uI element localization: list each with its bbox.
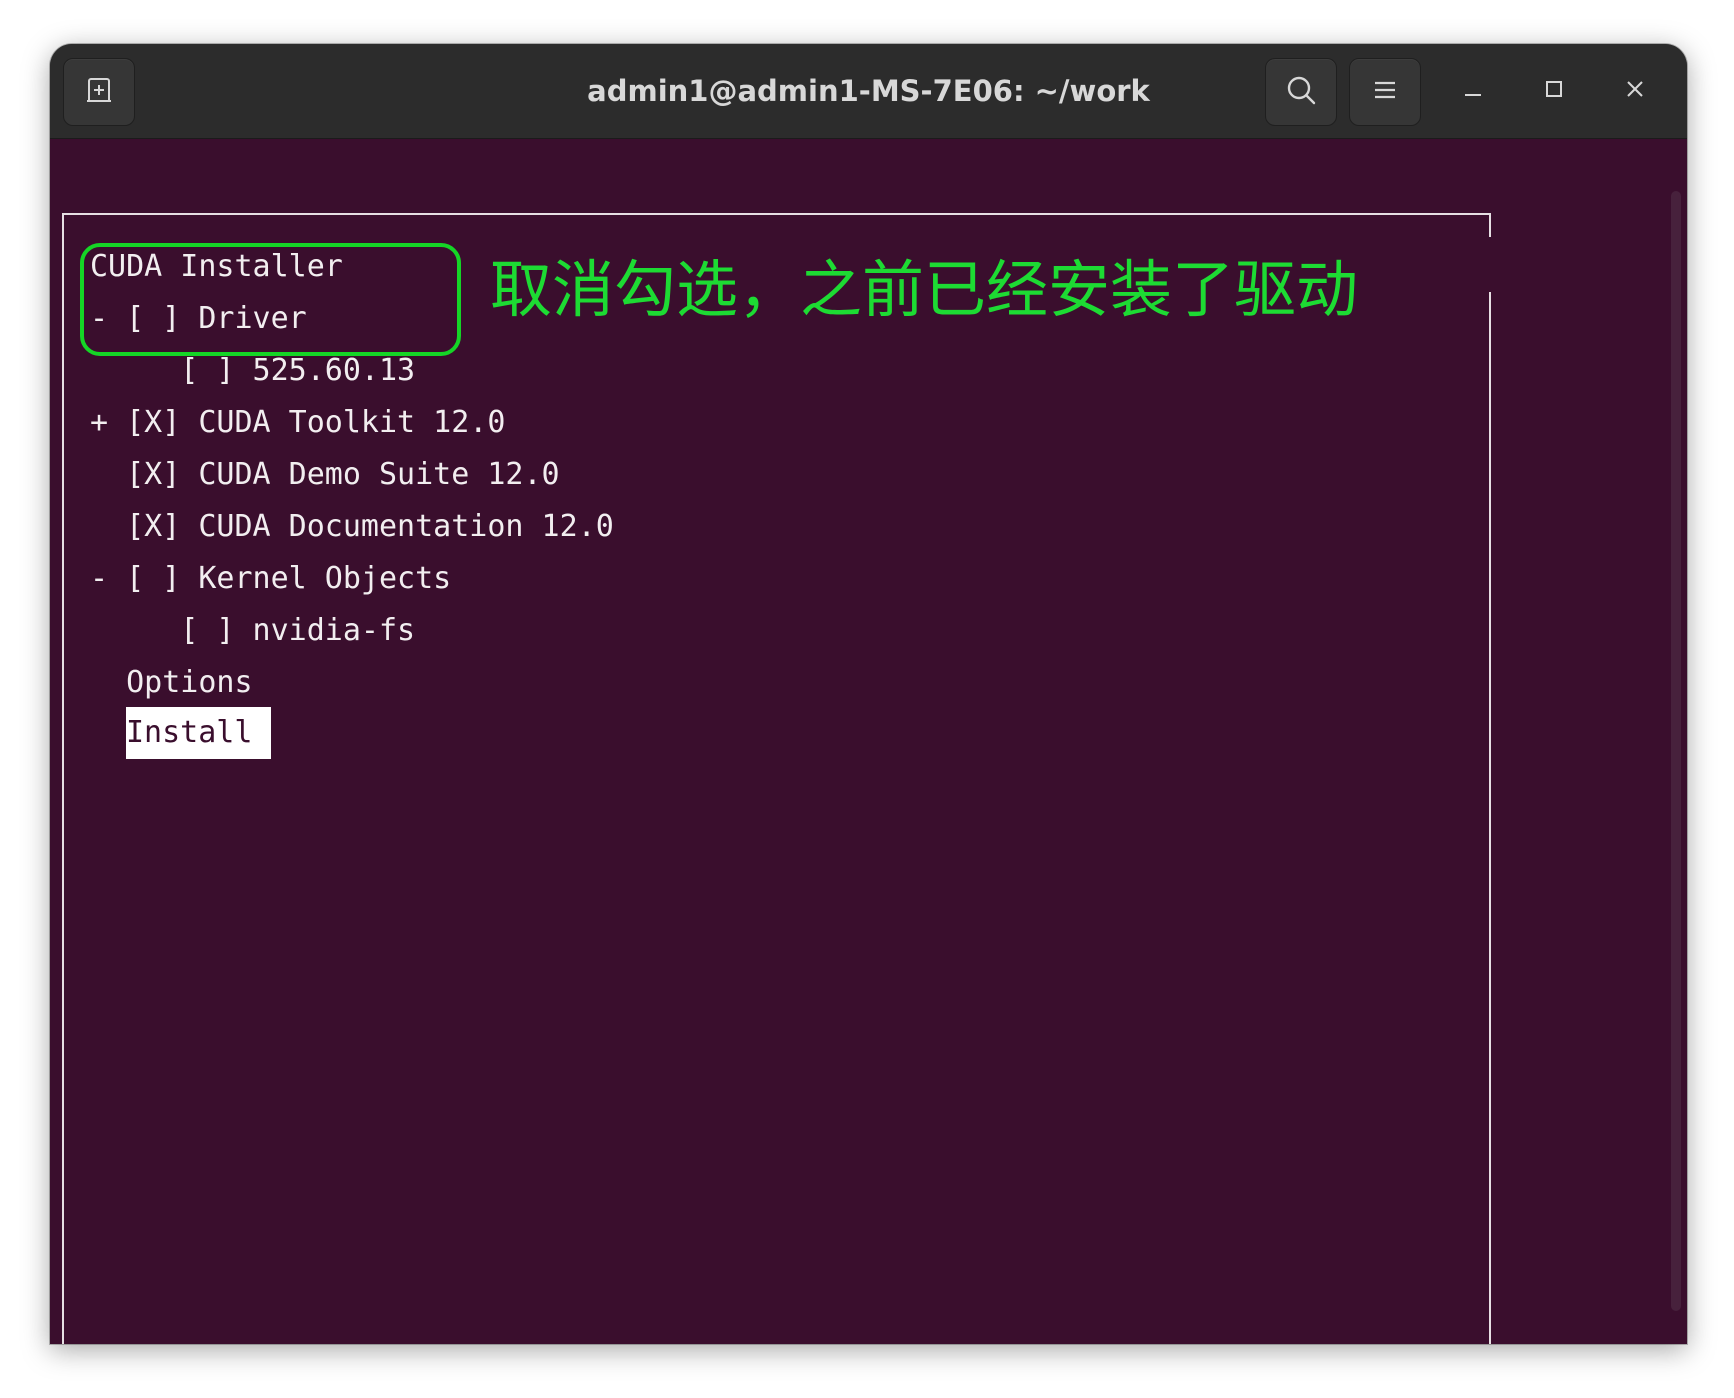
window-title: admin1@admin1-MS-7E06: ~/work [587, 74, 1150, 108]
dialog-border-right-top [1489, 213, 1491, 237]
terminal-window: admin1@admin1-MS-7E06: ~/work CUDA Insta… [50, 44, 1687, 1344]
scrollbar[interactable] [1671, 191, 1681, 1311]
annotation-highlight-box [80, 243, 461, 356]
option-kernel-objects[interactable]: - [ ] Kernel Objects [90, 553, 451, 605]
titlebar: admin1@admin1-MS-7E06: ~/work [50, 44, 1687, 139]
install-button[interactable]: Install [126, 707, 252, 759]
search-button[interactable] [1265, 58, 1337, 126]
new-tab-icon [84, 75, 114, 110]
options-menu-item[interactable]: Options [90, 657, 252, 709]
dialog-border-right [1489, 292, 1491, 1344]
annotation-note: 取消勾选，之前已经安装了驱动 [490, 253, 1359, 326]
dialog-border-top [62, 213, 1490, 215]
maximize-icon [1544, 79, 1564, 104]
option-cuda-documentation[interactable]: [X] CUDA Documentation 12.0 [90, 501, 614, 553]
minimize-icon [1463, 79, 1483, 104]
dialog-border-left [62, 213, 64, 1344]
option-cuda-toolkit[interactable]: + [X] CUDA Toolkit 12.0 [90, 397, 505, 449]
search-icon [1285, 74, 1317, 111]
option-cuda-demo-suite[interactable]: [X] CUDA Demo Suite 12.0 [90, 449, 560, 501]
close-icon [1625, 79, 1645, 104]
new-tab-button[interactable] [63, 58, 135, 126]
close-button[interactable] [1610, 68, 1660, 114]
menu-button[interactable] [1349, 58, 1421, 126]
maximize-button[interactable] [1529, 68, 1579, 114]
hamburger-menu-icon [1372, 79, 1398, 106]
minimize-button[interactable] [1448, 68, 1498, 114]
option-nvidia-fs[interactable]: [ ] nvidia-fs [90, 605, 415, 657]
